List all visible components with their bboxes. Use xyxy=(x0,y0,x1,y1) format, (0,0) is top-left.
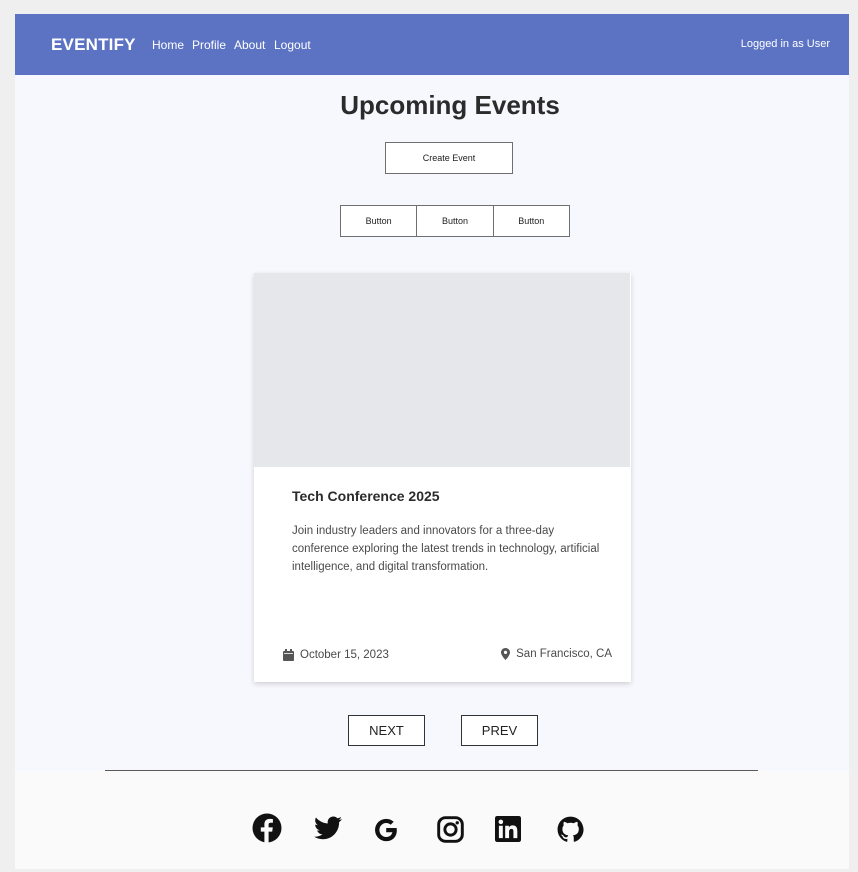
twitter-icon[interactable] xyxy=(314,816,342,840)
event-location: San Francisco, CA xyxy=(501,648,612,660)
footer-divider xyxy=(105,770,758,771)
prev-button[interactable]: PREV xyxy=(461,715,538,746)
event-card[interactable]: Tech Conference 2025 Join industry leade… xyxy=(254,273,631,682)
facebook-icon[interactable] xyxy=(252,813,282,843)
event-image-placeholder xyxy=(254,273,630,467)
nav-link-home[interactable]: Home xyxy=(152,38,184,52)
footer xyxy=(15,771,849,869)
navbar: EVENTIFY Home Profile About Logout Logge… xyxy=(15,14,849,75)
page-title: Upcoming Events xyxy=(340,90,560,120)
group-button-1[interactable]: Button xyxy=(341,206,416,236)
event-location-text: San Francisco, CA xyxy=(516,648,612,660)
brand-logo[interactable]: EVENTIFY xyxy=(51,35,136,55)
map-pin-icon xyxy=(501,648,511,660)
event-date-text: October 15, 2023 xyxy=(300,649,389,661)
event-title: Tech Conference 2025 xyxy=(292,488,440,504)
user-status: Logged in as User xyxy=(740,38,830,50)
next-button[interactable]: NEXT xyxy=(348,715,425,746)
group-button-3[interactable]: Button xyxy=(492,206,569,236)
linkedin-icon[interactable] xyxy=(495,816,521,842)
group-button-2[interactable]: Button xyxy=(416,206,492,236)
event-date: October 15, 2023 xyxy=(283,649,389,661)
nav-link-profile[interactable]: Profile xyxy=(192,38,226,52)
create-event-button[interactable]: Create Event xyxy=(385,142,513,174)
instagram-icon[interactable] xyxy=(437,816,464,843)
github-icon[interactable] xyxy=(557,816,584,843)
nav-link-about[interactable]: About xyxy=(234,38,265,52)
event-description: Join industry leaders and innovators for… xyxy=(292,525,600,573)
button-group: Button Button Button xyxy=(340,205,570,237)
nav-link-logout[interactable]: Logout xyxy=(274,38,311,52)
google-icon[interactable] xyxy=(373,817,399,843)
calendar-icon xyxy=(283,649,294,661)
